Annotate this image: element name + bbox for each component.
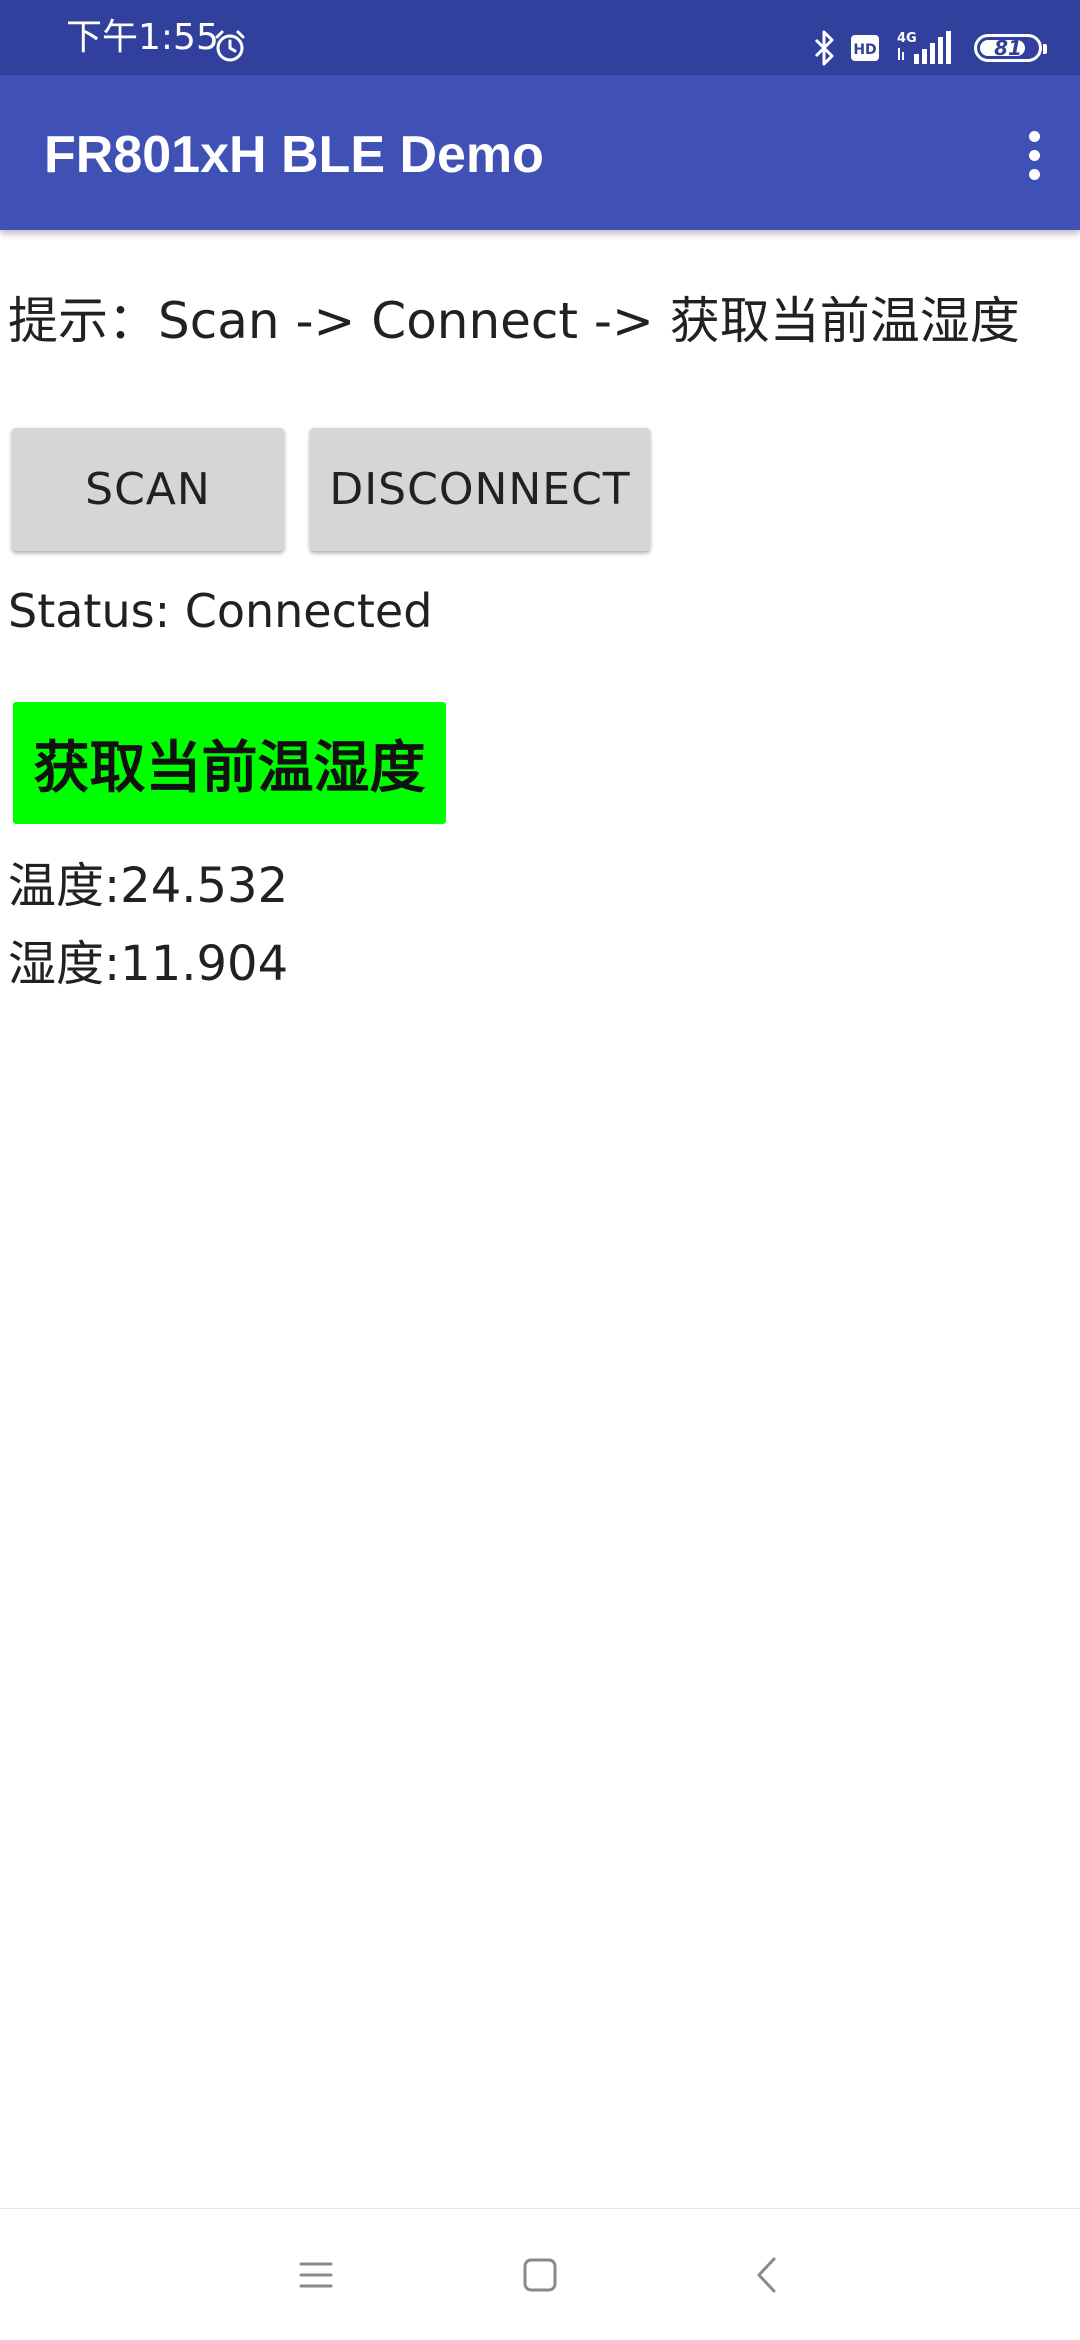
screen: 下午1:55 HD 4G 81 FR801xH BLE Demo 提示：Scan… [0,0,1080,2340]
nav-back-button[interactable] [740,2249,792,2301]
app-bar: FR801xH BLE Demo [0,75,1080,230]
overflow-menu-button[interactable] [1010,125,1058,185]
app-title: FR801xH BLE Demo [44,126,544,184]
bluetooth-icon [814,30,834,66]
battery-nub [1043,44,1047,54]
humidity-reading: 湿度:11.904 [8,936,289,992]
nav-home-button[interactable] [514,2249,566,2301]
connection-status: Status: Connected [8,584,433,638]
overflow-menu-icon [1028,130,1040,142]
status-icons: HD 4G 81 [812,28,1047,68]
home-icon [523,2258,557,2292]
status-time: 下午1:55 [66,17,219,58]
status-bar: 下午1:55 HD 4G 81 [0,0,1080,75]
network-label: 4G [897,31,917,46]
alarm-icon [215,30,245,62]
navigation-bar [0,2208,1080,2340]
scan-button[interactable]: SCAN [12,428,284,551]
hint-text: 提示：Scan -> Connect -> 获取当前温湿度 [8,292,1020,350]
back-icon [757,2257,776,2293]
temperature-reading: 温度:24.532 [8,858,289,914]
nav-menu-button[interactable] [290,2249,342,2301]
hd-icon: HD [851,35,879,61]
menu-icon [299,2262,333,2288]
battery-icon: 81 [974,34,1047,62]
disconnect-button[interactable]: DISCONNECT [310,428,650,551]
overflow-menu-icon [1028,149,1040,161]
overflow-menu-icon [1028,168,1040,180]
battery-level: 81 [994,36,1022,60]
fetch-temp-humidity-button[interactable]: 获取当前温湿度 [13,702,446,824]
signal-icon: 4G [897,31,951,64]
hd-label: HD [853,42,876,58]
